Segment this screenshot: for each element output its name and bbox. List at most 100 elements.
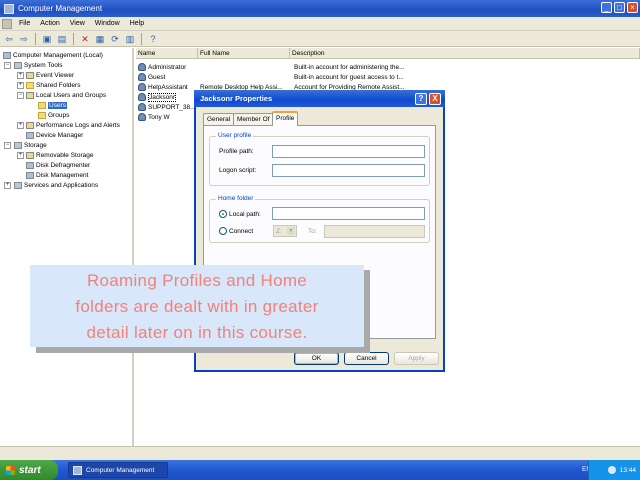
local-path-input[interactable] (272, 207, 425, 220)
user-icon (138, 83, 146, 91)
storage-icon (14, 141, 22, 149)
taskbar-item-computer-management[interactable]: Computer Management (68, 462, 168, 478)
connect-label: Connect (229, 228, 254, 235)
column-header-full-name[interactable]: Full Name (198, 48, 290, 59)
expand-icon[interactable]: + (4, 182, 11, 189)
apply-button[interactable]: Apply (394, 352, 439, 365)
tree-removable-storage[interactable]: Removable Storage (26, 150, 93, 160)
export-list-icon[interactable]: ▥ (124, 33, 136, 45)
defrag-icon (26, 161, 34, 169)
tree-users[interactable]: Users (38, 100, 67, 110)
chevron-down-icon: ▼ (287, 227, 295, 235)
column-header-name[interactable]: Name (136, 48, 198, 59)
connect-to-input[interactable] (324, 225, 425, 238)
dialog-help-button[interactable]: ? (415, 93, 427, 105)
connect-radio[interactable] (219, 227, 227, 235)
expand-icon[interactable]: + (17, 72, 24, 79)
menu-view[interactable]: View (65, 20, 90, 27)
expand-icon[interactable]: + (17, 82, 24, 89)
tab-member-of[interactable]: Member Of (233, 113, 274, 125)
logon-script-input[interactable] (272, 164, 425, 177)
list-item[interactable]: SUPPORT_38... (136, 102, 196, 112)
menu-file[interactable]: File (14, 20, 35, 27)
caption-line: folders are dealt with in greater (75, 297, 319, 316)
ok-button[interactable]: OK (294, 352, 339, 365)
forward-arrow-icon[interactable]: ⇨ (18, 33, 30, 45)
collapse-icon[interactable]: − (17, 92, 24, 99)
event-viewer-icon (26, 71, 34, 79)
list-item[interactable]: Tony W (136, 112, 170, 122)
network-icon[interactable] (607, 466, 616, 474)
start-button[interactable]: start (0, 460, 58, 480)
tree-device-manager[interactable]: Device Manager (26, 130, 83, 140)
system-menu-icon[interactable] (2, 18, 12, 29)
profile-path-input[interactable] (272, 145, 425, 158)
tab-general[interactable]: General (203, 113, 235, 125)
properties-icon[interactable]: ▦ (94, 33, 106, 45)
tree-groups[interactable]: Groups (38, 110, 69, 120)
tree-shared-folders[interactable]: Shared Folders (26, 80, 80, 90)
list-item[interactable]: HelpAssistant (136, 82, 188, 92)
taskbar-item-label: Computer Management (86, 466, 155, 474)
minimize-button[interactable]: _ (601, 2, 612, 13)
tree-root[interactable]: Computer Management (Local) (3, 50, 103, 60)
folder-icon (38, 111, 46, 119)
close-button[interactable]: × (627, 2, 638, 13)
local-path-radio[interactable] (219, 210, 227, 218)
dialog-close-button[interactable]: X (429, 93, 441, 105)
collapse-icon[interactable]: − (4, 62, 11, 69)
help-icon[interactable]: ? (147, 33, 159, 45)
list-item[interactable]: Administrator (136, 62, 186, 72)
menu-help[interactable]: Help (125, 20, 149, 27)
tree-disk-defragmenter[interactable]: Disk Defragmenter (26, 160, 90, 170)
expand-icon[interactable]: + (17, 152, 24, 159)
tree-performance-logs[interactable]: Performance Logs and Alerts (26, 120, 120, 130)
clock[interactable]: 13:44 (620, 467, 636, 474)
tree-storage[interactable]: Storage (14, 140, 47, 150)
collapse-icon[interactable]: − (4, 142, 11, 149)
maximize-button[interactable]: □ (614, 2, 625, 13)
local-path-label: Local path: (229, 211, 261, 218)
delete-icon[interactable]: ✕ (79, 33, 91, 45)
window-title: Computer Management (18, 4, 103, 13)
refresh-icon[interactable]: ⟳ (109, 33, 121, 45)
menu-action[interactable]: Action (35, 20, 64, 27)
description-cell: Built-in account for guest access to t..… (294, 74, 404, 81)
column-header-description[interactable]: Description (290, 48, 640, 59)
folder-icon (26, 81, 34, 89)
tab-profile[interactable]: Profile (272, 111, 299, 126)
dialog-title: Jacksonr Properties (200, 94, 273, 103)
user-icon (138, 63, 146, 71)
up-folder-icon[interactable]: ▣ (41, 33, 53, 45)
tree-disk-management[interactable]: Disk Management (26, 170, 88, 180)
toolbar-separator (35, 32, 36, 45)
expand-icon[interactable]: + (17, 122, 24, 129)
start-label: start (19, 464, 41, 476)
services-icon (14, 181, 22, 189)
description-cell: Built-in account for administering the..… (294, 64, 405, 71)
tree-services-applications[interactable]: Services and Applications (14, 180, 98, 190)
tree-local-users-groups[interactable]: Local Users and Groups (26, 90, 106, 100)
to-label: To: (308, 228, 317, 235)
users-group-icon (26, 91, 34, 99)
user-profile-group-label: User profile (216, 132, 254, 139)
back-arrow-icon[interactable]: ⇦ (3, 33, 15, 45)
list-item-selected[interactable]: Jacksonr (136, 92, 177, 102)
user-profile-group: User profile (209, 132, 430, 186)
home-folder-group-label: Home folder (216, 195, 256, 202)
disk-icon (26, 171, 34, 179)
tree-system-tools[interactable]: System Tools (14, 60, 63, 70)
show-tree-icon[interactable]: ▤ (56, 33, 68, 45)
windows-logo-icon (6, 465, 15, 475)
menu-window[interactable]: Window (90, 20, 125, 27)
user-icon (138, 103, 146, 111)
window-titlebar: Computer Management _ □ × (0, 0, 640, 17)
cancel-button[interactable]: Cancel (344, 352, 389, 365)
tree-event-viewer[interactable]: Event Viewer (26, 70, 74, 80)
dialog-titlebar: Jacksonr Properties (194, 90, 445, 107)
system-tray: 13:44 (588, 460, 640, 480)
list-item[interactable]: Guest (136, 72, 165, 82)
drive-letter-select[interactable]: Z: ▼ (273, 225, 297, 237)
caption-line: detail later on in this course. (86, 323, 308, 342)
toolbar-separator (141, 32, 142, 45)
